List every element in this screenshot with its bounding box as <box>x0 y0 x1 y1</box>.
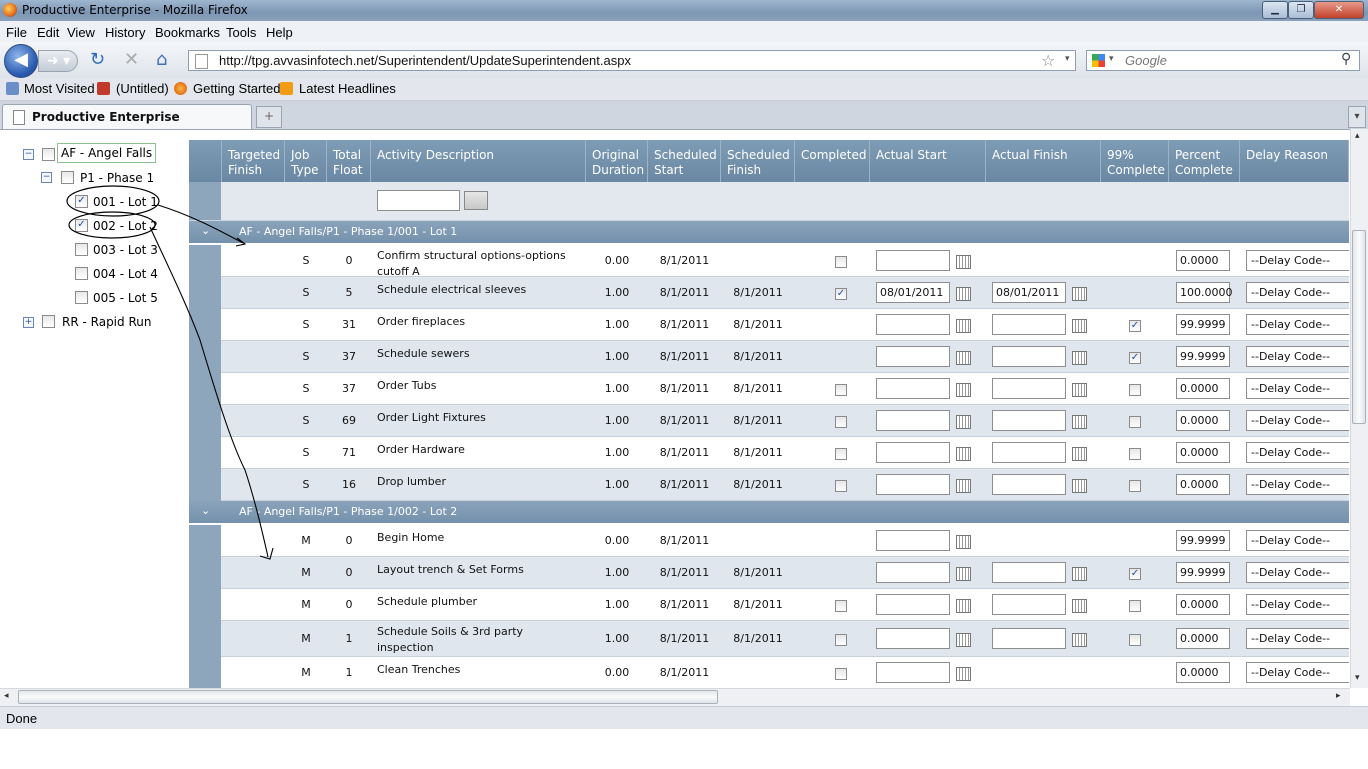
annotation-arrow-lot-1 <box>157 204 247 247</box>
vertical-scroll-thumb[interactable] <box>1352 230 1366 424</box>
scroll-up-icon[interactable]: ▴ <box>1355 131 1360 141</box>
horizontal-scroll-thumb[interactable] <box>18 690 718 704</box>
status-text: Done <box>6 711 38 726</box>
hand-drawn-annotation <box>66 185 274 560</box>
scroll-down-icon[interactable]: ▾ <box>1355 673 1360 683</box>
desktop-area <box>0 729 1368 769</box>
annotation-arrow-lot-2 <box>149 226 274 560</box>
status-bar: Done <box>0 706 1368 729</box>
scroll-right-icon[interactable]: ▸ <box>1336 691 1341 701</box>
scroll-left-icon[interactable]: ◂ <box>4 691 9 701</box>
